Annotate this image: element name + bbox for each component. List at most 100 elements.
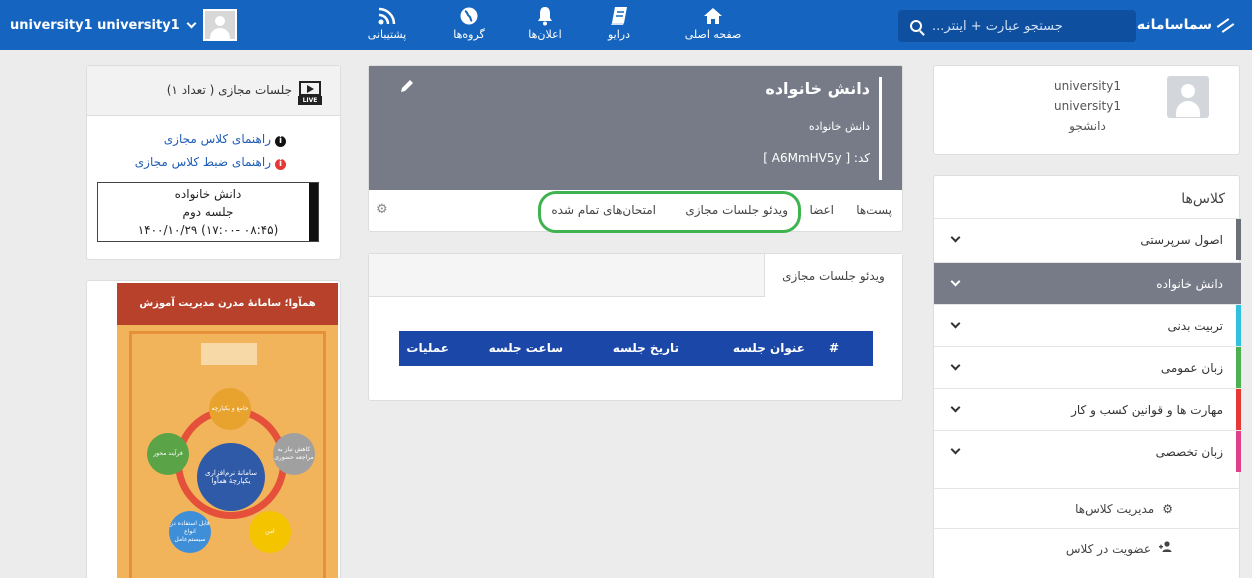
chevron-down-icon[interactable]	[950, 402, 961, 413]
video-table-header: # عنوان جلسه تاریخ جلسه ساعت جلسه عملیات	[399, 331, 873, 366]
class-color-bar	[1236, 389, 1241, 430]
manage-classes-link[interactable]: ⚙ مدیریت کلاس‌ها	[934, 488, 1241, 528]
tab-members[interactable]: اعضا	[809, 203, 834, 217]
nav-groups-label: گروه‌ها	[453, 28, 485, 41]
class-label: مهارت ها و قوانین کسب و کار	[1071, 402, 1223, 417]
live-badge: LIVE	[298, 96, 322, 105]
info-icon: i	[275, 159, 286, 170]
poster-emblem	[201, 343, 257, 365]
class-label: زبان تخصصی	[1155, 444, 1223, 459]
classes-title: کلاس‌ها	[1181, 191, 1225, 207]
chevron-down-icon[interactable]	[950, 444, 961, 455]
session-course: دانش خانواده	[174, 187, 242, 201]
profile-name-first: university1	[1054, 79, 1121, 93]
edit-pencil-icon[interactable]	[399, 78, 415, 94]
join-class-link[interactable]: عضویت در کلاس	[934, 528, 1241, 568]
search-placeholder: جستجو عبارت + اینتر...	[932, 18, 1063, 34]
book-icon	[588, 6, 650, 28]
rss-icon	[356, 6, 418, 28]
chevron-down-icon[interactable]	[950, 232, 961, 243]
course-subtitle: دانش خانواده	[808, 120, 870, 133]
user-menu[interactable]: university1 university1	[10, 9, 237, 41]
column-header-actions: عملیات	[406, 341, 449, 355]
poster-circle-integrated: جامع و یکپارچه	[209, 388, 251, 430]
classes-panel: کلاس‌ها اصول سرپرستی دانش خانواده تربیت …	[933, 175, 1241, 578]
home-icon	[682, 6, 744, 28]
profile-info: university1 university1 دانشجو	[1054, 76, 1121, 136]
nav-announcements[interactable]: اعلان‌ها	[514, 6, 576, 41]
poster-circle-process: فرآیند محور	[147, 433, 189, 475]
nav-home[interactable]: صفحه اصلی	[682, 6, 744, 41]
add-user-icon	[1159, 541, 1173, 556]
search-icon[interactable]	[910, 20, 922, 32]
live-sessions-title: جلسات مجازی ( تعداد ۱)	[166, 83, 292, 97]
gear-icon: ⚙	[1162, 501, 1173, 516]
class-item-family-knowledge[interactable]: دانش خانواده	[934, 262, 1241, 304]
brand-logo[interactable]: سماسامانه	[1137, 12, 1238, 38]
info-icon: i	[275, 136, 286, 147]
session-number: جلسه دوم	[182, 205, 234, 219]
guide-label: راهنمای کلاس مجازی	[163, 132, 271, 146]
class-label: زبان عمومی	[1160, 360, 1223, 375]
live-sessions-card: LIVE جلسات مجازی ( تعداد ۱) i راهنمای کلا…	[86, 65, 341, 260]
nav-groups[interactable]: گروه‌ها	[438, 6, 500, 41]
recording-guide-link[interactable]: i راهنمای ضبط کلاس مجازی	[135, 155, 286, 170]
session-entry[interactable]: دانش خانواده جلسه دوم ۱۴۰۰/۱۰/۲۹ (۱۷:۰۰-…	[97, 182, 319, 242]
class-label: دانش خانواده	[1156, 276, 1223, 291]
highlight-ring	[538, 191, 801, 233]
class-color-bar	[1236, 305, 1241, 346]
join-class-label: عضویت در کلاس	[1065, 541, 1151, 556]
user-name: university1 university1	[10, 17, 180, 33]
avatar[interactable]	[1167, 76, 1209, 118]
guide-label: راهنمای ضبط کلاس مجازی	[134, 155, 271, 169]
poster-image: همآوا؛ سامانهٔ مدرن مدیریت آموزش سامانهٔ…	[117, 283, 338, 578]
chevron-down-icon[interactable]	[950, 276, 961, 287]
nav-drive[interactable]: درایو	[588, 6, 650, 41]
class-item-physical-education[interactable]: تربیت بدنی	[934, 304, 1241, 346]
chevron-down-icon[interactable]	[950, 360, 961, 371]
column-header-date: تاریخ جلسه	[612, 341, 679, 355]
profile-card: university1 university1 دانشجو	[933, 65, 1240, 155]
live-tv-icon: LIVE	[298, 77, 324, 105]
course-code: کد: [ A6MmHV5y ]	[763, 151, 870, 165]
session-bar	[309, 183, 318, 241]
class-label: اصول سرپرستی	[1140, 232, 1223, 247]
promo-banner[interactable]: همآوا؛ سامانهٔ مدرن مدیریت آموزش سامانهٔ…	[86, 280, 341, 578]
virtual-class-guide-link[interactable]: i راهنمای کلاس مجازی	[164, 132, 286, 147]
column-header-title: عنوان جلسه	[732, 341, 805, 355]
nav-support-label: پشتیبانی	[367, 28, 407, 41]
column-header-number: #	[828, 341, 839, 355]
gear-icon[interactable]: ⚙	[376, 202, 388, 217]
poster-headline: همآوا؛ سامانهٔ مدرن مدیریت آموزش	[117, 283, 338, 325]
profile-name-last: university1	[1054, 99, 1121, 113]
class-color-bar	[1236, 347, 1241, 388]
nav-drive-label: درایو	[607, 28, 630, 41]
class-item-supervision[interactable]: اصول سرپرستی	[934, 218, 1241, 260]
course-banner: دانش خانواده دانش خانواده کد: [ A6MmHV5y…	[369, 66, 902, 190]
manage-classes-label: مدیریت کلاس‌ها	[1075, 501, 1155, 516]
tab-video-sessions[interactable]: ویدئو جلسات مجازی	[764, 254, 902, 297]
session-time: ۱۴۰۰/۱۰/۲۹ (۱۷:۰۰- ۰۸:۴۵)	[137, 223, 279, 237]
profile-role: دانشجو	[1069, 119, 1106, 133]
poster-circle-multi-os: قابل استفاده در انواع سیستم‌عامل	[169, 511, 211, 553]
poster-circle-less-visits: کاهش نیاز به مراجعه حضوری	[273, 433, 315, 475]
column-header-time: ساعت جلسه	[488, 341, 563, 355]
search-input[interactable]: جستجو عبارت + اینتر...	[898, 10, 1136, 42]
class-item-business-skills[interactable]: مهارت ها و قوانین کسب و کار	[934, 388, 1241, 430]
poster-center-circle: سامانهٔ نرم‌افزاری یکپارچهٔ همآوا	[197, 443, 265, 511]
brand-name: سماسامانه	[1136, 17, 1212, 33]
user-avatar[interactable]	[202, 9, 237, 41]
chevron-down-icon[interactable]	[186, 18, 197, 28]
chevron-down-icon[interactable]	[950, 318, 961, 329]
nav-announcements-label: اعلان‌ها	[528, 28, 562, 41]
brand-mark-icon	[1216, 18, 1238, 32]
live-sessions-header: LIVE جلسات مجازی ( تعداد ۱)	[87, 66, 340, 116]
class-item-general-language[interactable]: زبان عمومی	[934, 346, 1241, 388]
video-panel-header: ویدئو جلسات مجازی	[369, 254, 902, 297]
title-accent-line	[879, 77, 882, 180]
class-color-bar	[1236, 431, 1241, 472]
tab-posts[interactable]: پست‌ها	[856, 203, 892, 217]
nav-support[interactable]: پشتیبانی	[356, 6, 418, 41]
class-item-specialized-language[interactable]: زبان تخصصی	[934, 430, 1241, 472]
globe-icon	[438, 6, 500, 28]
